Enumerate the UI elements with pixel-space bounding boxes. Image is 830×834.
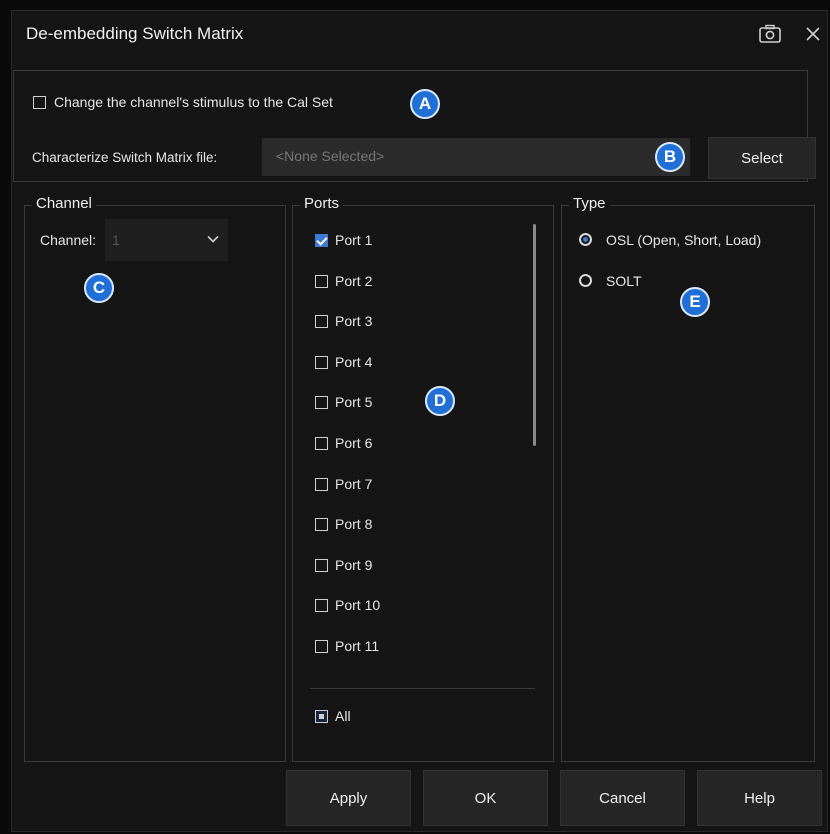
callout-d-badge: D (425, 386, 455, 416)
port-label: Port 7 (335, 476, 373, 492)
port-label: Port 2 (335, 273, 373, 289)
port-checkbox[interactable] (315, 396, 328, 409)
port-checkbox[interactable] (315, 640, 328, 653)
port-checkbox[interactable] (315, 437, 328, 450)
select-file-button[interactable]: Select (708, 137, 816, 179)
port-checkbox[interactable] (315, 599, 328, 612)
switch-matrix-file-field[interactable]: <None Selected> (262, 138, 690, 176)
calset-stimulus-label: Change the channel's stimulus to the Cal… (54, 94, 333, 110)
dialog-title: De-embedding Switch Matrix (26, 24, 244, 43)
port-label: Port 9 (335, 557, 373, 573)
port-checkbox[interactable] (315, 275, 328, 288)
close-icon[interactable] (802, 23, 824, 45)
channel-select[interactable]: 1 (105, 219, 228, 261)
type-solt-label: SOLT (606, 273, 642, 289)
channel-group-title: Channel (32, 195, 96, 212)
type-group-title: Type (569, 195, 610, 212)
calset-stimulus-checkbox[interactable] (33, 96, 46, 109)
port-label: Port 1 (335, 232, 373, 248)
port-label: Port 10 (335, 597, 381, 613)
channel-group: Channel (24, 195, 286, 762)
port-label: Port 8 (335, 516, 373, 532)
port-label: Port 4 (335, 354, 373, 370)
ports-scrollbar[interactable] (533, 224, 536, 446)
port-checkbox[interactable] (315, 478, 328, 491)
title-bar: De-embedding Switch Matrix (12, 11, 827, 59)
all-ports-checkbox[interactable] (315, 710, 328, 723)
port-checkbox[interactable] (315, 315, 328, 328)
port-checkbox[interactable] (315, 518, 328, 531)
all-ports-label: All (335, 708, 351, 724)
type-solt-radio[interactable] (579, 274, 592, 287)
camera-icon[interactable] (758, 24, 782, 44)
type-osl-radio[interactable] (579, 233, 592, 246)
ports-group: Ports (292, 195, 554, 762)
port-checkbox[interactable] (315, 559, 328, 572)
help-button[interactable]: Help (697, 770, 822, 826)
port-checkbox[interactable] (315, 356, 328, 369)
chevron-down-icon (207, 235, 219, 243)
channel-select-value: 1 (112, 232, 120, 248)
apply-button[interactable]: Apply (286, 770, 411, 826)
port-label: Port 3 (335, 313, 373, 329)
ports-divider (310, 688, 535, 689)
callout-c-badge: C (84, 273, 114, 303)
port-checkbox[interactable] (315, 234, 328, 247)
ok-button[interactable]: OK (423, 770, 548, 826)
cancel-button[interactable]: Cancel (560, 770, 685, 826)
callout-b-badge: B (655, 142, 685, 172)
port-label: Port 6 (335, 435, 373, 451)
channel-label: Channel: (40, 232, 97, 248)
ports-group-title: Ports (300, 195, 344, 212)
callout-e-badge: E (680, 287, 710, 317)
port-label: Port 11 (335, 638, 380, 654)
type-osl-label: OSL (Open, Short, Load) (606, 232, 762, 248)
callout-a-badge: A (410, 89, 440, 119)
port-label: Port 5 (335, 394, 373, 410)
switch-matrix-file-label: Characterize Switch Matrix file: (32, 150, 218, 165)
